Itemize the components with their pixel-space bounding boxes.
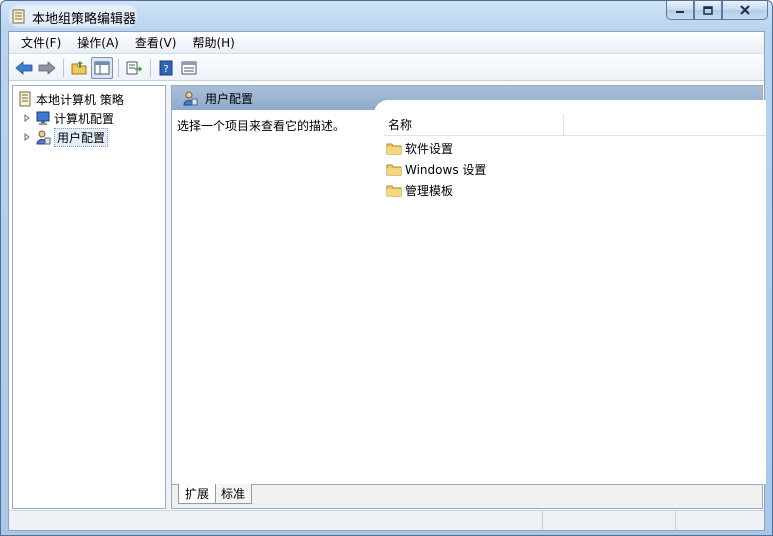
tree-item-computer-config[interactable]: 计算机配置 bbox=[23, 109, 114, 127]
window-title: 本地组策略编辑器 bbox=[32, 12, 137, 27]
export-list-icon bbox=[126, 61, 142, 74]
maximize-button[interactable] bbox=[694, 1, 722, 20]
policy-document-icon bbox=[19, 91, 31, 107]
title-bar[interactable]: 本地组策略编辑器 bbox=[1, 1, 772, 31]
toolbar-separator bbox=[63, 58, 64, 77]
tab-extended-label: 扩展 bbox=[185, 487, 210, 501]
back-arrow-icon bbox=[15, 60, 33, 75]
description-text: 选择一个项目来查看它的描述。 bbox=[177, 119, 346, 133]
details-header-title: 用户配置 bbox=[205, 91, 254, 106]
list-item-label: Windows 设置 bbox=[405, 162, 487, 177]
minimize-icon bbox=[676, 11, 684, 13]
computer-icon bbox=[36, 111, 50, 125]
menu-help[interactable]: 帮助(H) bbox=[184, 33, 242, 53]
column-header-name[interactable]: 名称 bbox=[384, 114, 564, 135]
tree-label: 计算机配置 bbox=[54, 111, 115, 126]
toolbar-separator bbox=[118, 58, 119, 77]
close-icon bbox=[740, 5, 750, 15]
close-button[interactable] bbox=[722, 1, 768, 20]
show-hide-tree-button[interactable] bbox=[91, 56, 113, 79]
list-item-label: 管理模板 bbox=[405, 183, 454, 198]
forward-arrow-icon bbox=[38, 60, 56, 75]
expand-arrow-icon[interactable] bbox=[23, 133, 31, 141]
tree-item-user-config[interactable]: 用户配置 bbox=[23, 127, 109, 147]
status-bar bbox=[9, 510, 764, 530]
status-cell-middle bbox=[543, 511, 676, 530]
export-list-button[interactable] bbox=[123, 57, 145, 79]
user-icon bbox=[36, 130, 51, 145]
list-item-software-settings[interactable]: 软件设置 bbox=[386, 138, 453, 158]
up-folder-button[interactable] bbox=[68, 57, 90, 79]
tree-label: 用户配置 bbox=[54, 127, 109, 147]
folder-icon bbox=[386, 143, 402, 155]
view-tabs: 扩展 标准 bbox=[172, 484, 762, 508]
client-area: 文件(F) 操作(A) 查看(V) 帮助(H) ? 本地计算机 策略 计算机配置… bbox=[8, 31, 766, 531]
item-list[interactable]: 名称 软件设置 Windows 设置 管理模板 bbox=[374, 100, 766, 484]
list-item-label: 软件设置 bbox=[405, 141, 454, 156]
toolbar-separator bbox=[150, 58, 151, 77]
status-cell-right bbox=[676, 511, 762, 530]
properties-icon bbox=[181, 61, 197, 74]
toolbar: ? bbox=[9, 55, 764, 81]
expand-arrow-icon[interactable] bbox=[23, 114, 31, 122]
caption-buttons bbox=[666, 1, 768, 21]
menu-action[interactable]: 操作(A) bbox=[69, 33, 127, 53]
console-tree[interactable]: 本地计算机 策略 计算机配置 用户配置 bbox=[12, 85, 166, 509]
list-item-admin-templates[interactable]: 管理模板 bbox=[386, 180, 453, 200]
help-button[interactable]: ? bbox=[155, 57, 177, 79]
up-folder-icon bbox=[71, 61, 87, 75]
tab-standard[interactable]: 标准 bbox=[214, 484, 253, 504]
status-cell-main bbox=[9, 511, 543, 530]
forward-button[interactable] bbox=[36, 57, 58, 79]
maximize-icon bbox=[703, 5, 713, 15]
menu-bar: 文件(F) 操作(A) 查看(V) 帮助(H) bbox=[9, 32, 764, 54]
user-icon bbox=[183, 91, 198, 106]
folder-icon bbox=[386, 164, 402, 176]
column-header-row: 名称 bbox=[384, 114, 766, 136]
properties-button[interactable] bbox=[178, 57, 200, 79]
back-button[interactable] bbox=[13, 57, 35, 79]
column-header-name-label: 名称 bbox=[388, 118, 413, 132]
list-item-windows-settings[interactable]: Windows 设置 bbox=[386, 159, 486, 179]
tab-extended[interactable]: 扩展 bbox=[178, 484, 217, 504]
details-pane: 用户配置 选择一个项目来查看它的描述。 名称 软件设置 Windows 设置 管… bbox=[171, 85, 766, 509]
tab-standard-label: 标准 bbox=[221, 487, 246, 501]
window-frame: 本地组策略编辑器 文件(F) 操作(A) 查看(V) 帮助(H) ? 本地计算机… bbox=[0, 0, 773, 536]
minimize-button[interactable] bbox=[666, 1, 694, 20]
svg-text:?: ? bbox=[163, 64, 168, 75]
menu-file[interactable]: 文件(F) bbox=[13, 33, 69, 53]
folder-icon bbox=[386, 185, 402, 197]
policy-document-icon bbox=[12, 9, 25, 24]
description-area: 选择一个项目来查看它的描述。 bbox=[172, 110, 382, 484]
show-hide-tree-icon bbox=[94, 61, 110, 74]
tree-item-root[interactable]: 本地计算机 策略 bbox=[17, 90, 124, 108]
tree-label: 本地计算机 策略 bbox=[36, 92, 124, 107]
menu-view[interactable]: 查看(V) bbox=[127, 33, 185, 53]
help-icon: ? bbox=[159, 60, 173, 75]
